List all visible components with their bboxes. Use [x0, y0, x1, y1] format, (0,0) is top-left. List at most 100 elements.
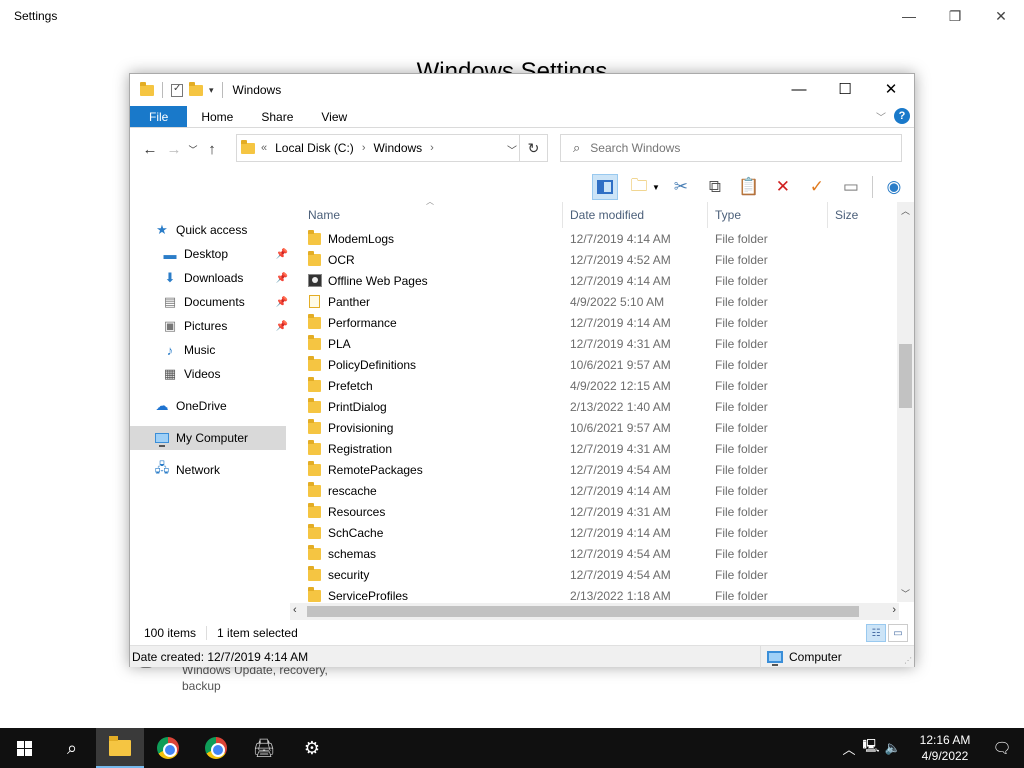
properties-icon[interactable] — [171, 83, 183, 97]
settings-restore-button[interactable]: ❐ — [932, 0, 978, 32]
pin-icon[interactable]: 📌 — [276, 249, 288, 260]
table-row[interactable]: Registration 12/7/2019 4:31 AM File folder — [300, 438, 900, 459]
breadcrumb-separator-icon[interactable]: › — [362, 142, 366, 154]
tab-share[interactable]: Share — [247, 106, 307, 127]
file-name-cell[interactable]: ServiceProfiles — [300, 586, 562, 603]
scroll-up-icon[interactable]: ︿ — [897, 204, 914, 217]
taskbar-settings[interactable]: ⚙ — [288, 728, 336, 768]
address-dropdown-icon[interactable]: ﹀ — [507, 142, 517, 157]
paste-icon[interactable]: 📋 — [736, 174, 762, 200]
show-hidden-icons-chevron-icon[interactable]: ︿ — [838, 739, 860, 758]
rename-icon[interactable]: ▭ — [838, 174, 864, 200]
start-button[interactable] — [0, 728, 48, 768]
copy-icon[interactable]: ⧉ — [702, 174, 728, 200]
column-date-modified[interactable]: Date modified — [562, 208, 707, 222]
file-name-cell[interactable]: Performance — [300, 313, 562, 330]
file-name-cell[interactable]: OCR — [300, 250, 562, 267]
settings-minimize-button[interactable]: — — [886, 0, 932, 32]
search-box[interactable]: ⌕ — [560, 134, 902, 162]
file-name-cell[interactable]: PrintDialog — [300, 397, 562, 414]
help-icon[interactable]: ? — [894, 108, 910, 124]
network-status-icon[interactable]: 🖳 — [860, 737, 882, 759]
horizontal-scrollbar[interactable]: ‹ › — [290, 603, 899, 620]
tab-view[interactable]: View — [307, 106, 361, 127]
breadcrumb-separator-icon[interactable]: › — [430, 142, 434, 154]
column-divider[interactable] — [707, 202, 708, 228]
table-row[interactable]: Provisioning 10/6/2021 9:57 AM File folder — [300, 417, 900, 438]
overflow-chevron[interactable]: « — [261, 142, 267, 154]
column-type[interactable]: Type — [707, 208, 827, 222]
table-row[interactable]: ModemLogs 12/7/2019 4:14 AM File folder — [300, 228, 900, 249]
notification-icon[interactable]: 🗨 — [980, 739, 1024, 757]
scroll-down-icon[interactable]: ﹀ — [897, 587, 914, 600]
taskbar-printer[interactable]: 🖨 — [240, 728, 288, 768]
column-divider[interactable] — [562, 202, 563, 228]
file-name-cell[interactable]: Provisioning — [300, 418, 562, 435]
table-row[interactable]: PLA 12/7/2019 4:31 AM File folder — [300, 333, 900, 354]
address-bar[interactable]: « Local Disk (C:) › Windows › ﹀ ↻ — [236, 134, 548, 162]
file-name-cell[interactable]: Offline Web Pages — [300, 274, 562, 288]
expand-ribbon-chevron-icon[interactable]: ﹀ — [876, 109, 886, 124]
vertical-scroll-thumb[interactable] — [899, 344, 912, 408]
table-row[interactable]: OCR 12/7/2019 4:52 AM File folder — [300, 249, 900, 270]
nav-onedrive[interactable]: ☁ OneDrive — [130, 394, 290, 418]
large-icons-view-icon[interactable]: ▭ — [888, 624, 908, 642]
folder-options-icon[interactable]: 🗀 — [626, 174, 652, 200]
pin-icon[interactable]: 📌 — [276, 297, 288, 308]
breadcrumb-windows[interactable]: Windows — [373, 141, 422, 155]
breadcrumb-local-disk[interactable]: Local Disk (C:) — [275, 141, 354, 155]
table-row[interactable]: security 12/7/2019 4:54 AM File folder — [300, 564, 900, 585]
file-name-cell[interactable]: ModemLogs — [300, 229, 562, 246]
up-arrow-icon[interactable]: ↑ — [200, 141, 224, 158]
table-row[interactable]: Prefetch 4/9/2022 12:15 AM File folder — [300, 375, 900, 396]
refresh-icon[interactable]: ↻ — [519, 135, 547, 161]
file-name-cell[interactable]: PolicyDefinitions — [300, 355, 562, 372]
table-row[interactable]: SchCache 12/7/2019 4:14 AM File folder — [300, 522, 900, 543]
back-arrow-icon[interactable]: ← — [138, 141, 162, 158]
file-name-cell[interactable]: rescache — [300, 481, 562, 498]
nav-my-computer[interactable]: My Computer — [130, 426, 286, 450]
tab-file[interactable]: File — [130, 106, 188, 127]
nav-pictures[interactable]: ▣ Pictures 📌 — [130, 314, 290, 338]
tab-home[interactable]: Home — [187, 106, 247, 127]
horizontal-scroll-thumb[interactable] — [307, 606, 859, 617]
checkmark-icon[interactable]: ✓ — [804, 174, 830, 200]
column-divider[interactable] — [827, 202, 828, 228]
table-row[interactable]: schemas 12/7/2019 4:54 AM File folder — [300, 543, 900, 564]
customize-qa-chevron-icon[interactable]: ▾ — [209, 85, 214, 96]
volume-icon[interactable]: 🔈 — [882, 740, 904, 756]
file-name-cell[interactable]: SchCache — [300, 523, 562, 540]
nav-desktop[interactable]: ▬ Desktop 📌 — [130, 242, 290, 266]
vertical-scrollbar[interactable]: ︿ ﹀ — [897, 202, 914, 602]
preview-pane-button[interactable] — [592, 174, 618, 200]
pin-icon[interactable]: 📌 — [276, 273, 288, 284]
search-input[interactable] — [590, 141, 871, 155]
clock[interactable]: 12:16 AM 4/9/2022 — [910, 732, 980, 764]
file-name-cell[interactable]: PLA — [300, 334, 562, 351]
details-view-icon[interactable]: ☷ — [866, 624, 886, 642]
table-row[interactable]: RemotePackages 12/7/2019 4:54 AM File fold… — [300, 459, 900, 480]
table-row[interactable]: Offline Web Pages 12/7/2019 4:14 AM File f… — [300, 270, 900, 291]
nav-documents[interactable]: ▤ Documents 📌 — [130, 290, 290, 314]
close-button[interactable]: ✕ — [868, 74, 914, 104]
file-name-cell[interactable]: security — [300, 565, 562, 582]
nav-network[interactable]: 🖧 Network — [130, 458, 290, 482]
recent-locations-chevron-icon[interactable]: ﹀ — [186, 143, 200, 156]
file-name-cell[interactable]: Resources — [300, 502, 562, 519]
pin-icon[interactable]: 📌 — [276, 321, 288, 332]
table-row[interactable]: Performance 12/7/2019 4:14 AM File folder — [300, 312, 900, 333]
resize-grip-icon[interactable]: ⋰ — [904, 656, 912, 665]
table-row[interactable]: rescache 12/7/2019 4:14 AM File folder — [300, 480, 900, 501]
globe-icon[interactable]: ◉ — [881, 174, 907, 200]
delete-icon[interactable]: ✕ — [770, 174, 796, 200]
table-row[interactable]: Panther 4/9/2022 5:10 AM File folder — [300, 291, 900, 312]
table-row[interactable]: Resources 12/7/2019 4:31 AM File folder — [300, 501, 900, 522]
file-name-cell[interactable]: Prefetch — [300, 376, 562, 393]
table-row[interactable]: PolicyDefinitions 10/6/2021 9:57 AM File f… — [300, 354, 900, 375]
forward-arrow-icon[interactable]: → — [162, 141, 186, 158]
column-size[interactable]: Size — [827, 208, 897, 222]
nav-videos[interactable]: ▦ Videos — [130, 362, 290, 386]
taskbar-file-explorer[interactable] — [96, 728, 144, 768]
taskbar-chrome-2[interactable] — [192, 728, 240, 768]
taskbar-chrome-1[interactable] — [144, 728, 192, 768]
